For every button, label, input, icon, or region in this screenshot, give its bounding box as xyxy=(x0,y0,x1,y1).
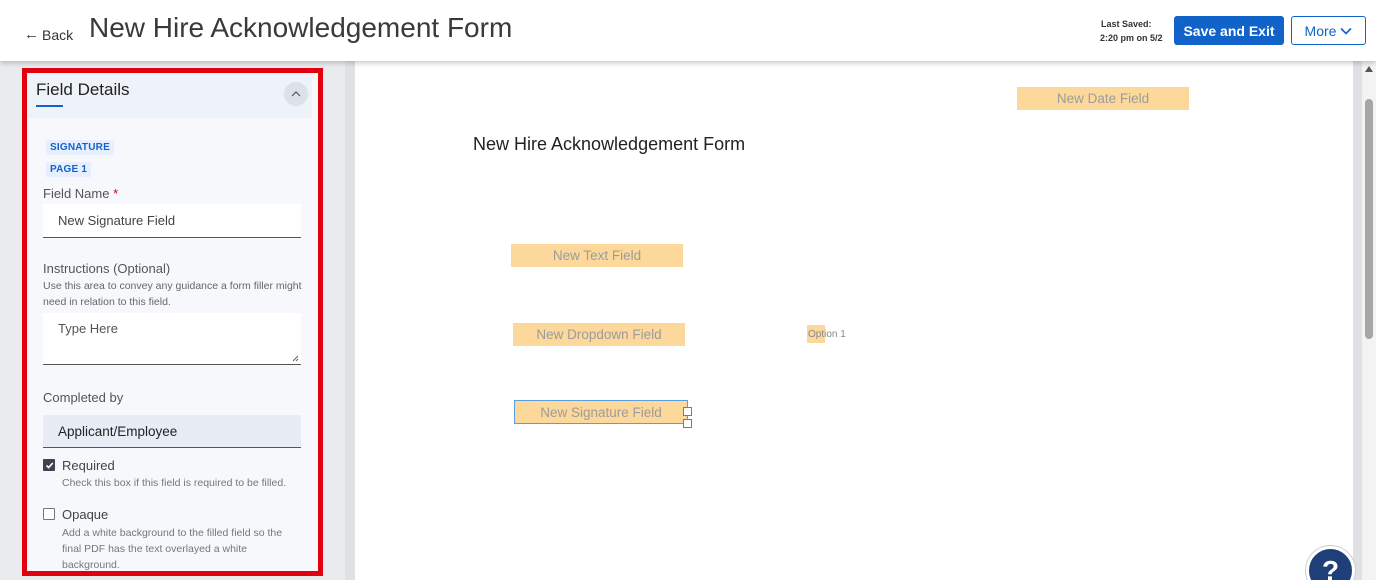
completed-by-label: Completed by xyxy=(43,390,124,405)
opaque-label: Opaque xyxy=(62,507,109,522)
field-name-label-text: Field Name xyxy=(43,186,110,201)
date-field[interactable]: New Date Field xyxy=(1017,87,1189,110)
last-saved-value: 2:20 pm on 5/2 xyxy=(1100,33,1163,43)
arrow-left-icon: ← xyxy=(24,26,39,43)
resize-handle-icon[interactable] xyxy=(292,355,299,362)
resize-handle-bottom[interactable] xyxy=(683,419,692,428)
scroll-up-arrow-icon[interactable] xyxy=(1364,65,1374,73)
last-saved-label: Last Saved: xyxy=(1101,19,1152,29)
more-button[interactable]: More xyxy=(1291,16,1366,45)
required-checkbox[interactable] xyxy=(43,459,55,471)
resize-handle-top[interactable] xyxy=(683,407,692,416)
panel-title: Field Details xyxy=(36,80,130,99)
instructions-help-text: Use this area to convey any guidance a f… xyxy=(43,280,302,308)
save-and-exit-button[interactable]: Save and Exit xyxy=(1174,16,1284,45)
checkmark-icon xyxy=(45,462,54,469)
panel-header: Field Details xyxy=(27,72,312,118)
instructions-textarea[interactable]: Type Here xyxy=(43,313,301,365)
chevron-up-icon xyxy=(291,91,301,97)
field-type-badge: SIGNATURE xyxy=(46,140,114,155)
chevron-down-icon xyxy=(1340,27,1353,35)
dropdown-field[interactable]: New Dropdown Field xyxy=(513,323,685,346)
dropdown-option-label: Option 1 xyxy=(808,328,846,340)
collapse-panel-button[interactable] xyxy=(284,82,308,106)
required-help-text: Check this box if this field is required… xyxy=(62,477,287,489)
instructions-label: Instructions (Optional) xyxy=(43,261,171,276)
document-title: New Hire Acknowledgement Form xyxy=(473,134,746,154)
completed-by-select[interactable]: Applicant/Employee xyxy=(43,415,301,448)
signature-field[interactable]: New Signature Field xyxy=(514,400,688,424)
opaque-help-text: Add a white background to the filled fie… xyxy=(62,527,283,571)
page-title: New Hire Acknowledgement Form xyxy=(89,12,513,43)
instructions-placeholder: Type Here xyxy=(58,321,118,336)
back-label: Back xyxy=(42,27,74,43)
last-saved-info: Last Saved: 2:20 pm on 5/2 xyxy=(1100,17,1163,45)
text-field[interactable]: New Text Field xyxy=(511,244,683,267)
top-header: ← Back New Hire Acknowledgement Form Las… xyxy=(0,0,1376,61)
scrollbar-thumb[interactable] xyxy=(1365,99,1373,339)
panel-title-underline xyxy=(36,105,63,107)
field-details-panel: Field Details SIGNATURE PAGE 1 Field Nam… xyxy=(22,68,322,576)
page-badge: PAGE 1 xyxy=(46,162,92,177)
field-name-label: Field Name * xyxy=(43,186,118,201)
back-link[interactable]: ← Back xyxy=(24,27,73,43)
field-name-input[interactable]: New Signature Field xyxy=(43,204,301,238)
opaque-checkbox[interactable] xyxy=(43,508,55,520)
more-label: More xyxy=(1304,22,1337,39)
vertical-scrollbar[interactable] xyxy=(1362,61,1376,580)
dropdown-option[interactable]: Option 1 xyxy=(807,325,846,343)
required-asterisk: * xyxy=(113,186,119,201)
required-label: Required xyxy=(62,458,115,473)
